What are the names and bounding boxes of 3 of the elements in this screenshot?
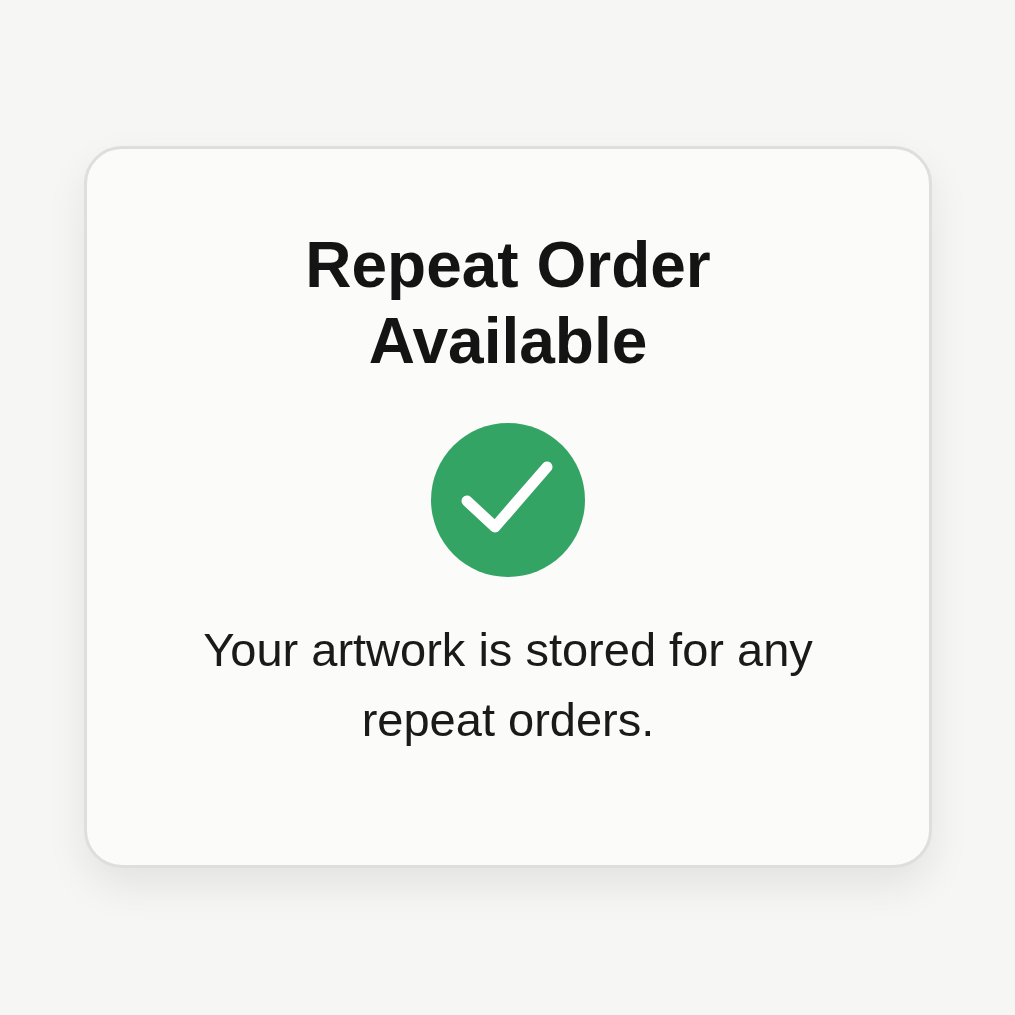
dialog-message: Your artwork is stored for any repeat orders. — [202, 622, 814, 748]
checkmark-icon — [431, 423, 585, 577]
dialog-title: Repeat Order Available — [304, 228, 712, 379]
